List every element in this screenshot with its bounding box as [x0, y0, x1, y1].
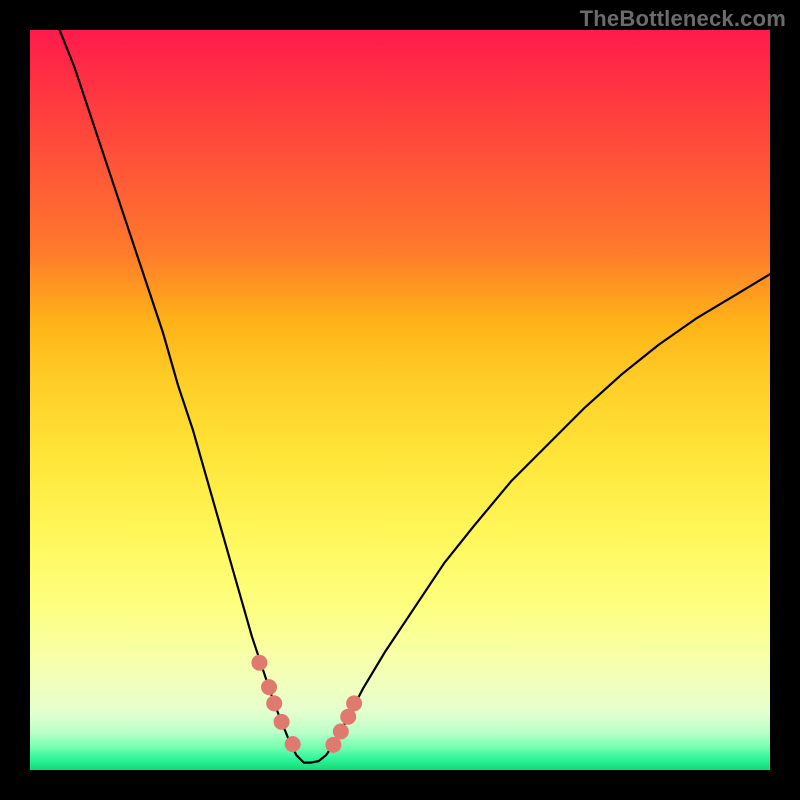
plot-area — [30, 30, 770, 770]
highlight-marker — [333, 724, 349, 740]
highlight-marker — [251, 655, 267, 671]
highlight-marker — [266, 695, 282, 711]
highlight-marker — [261, 679, 277, 695]
bottleneck-curve — [60, 30, 770, 763]
marker-group — [251, 655, 362, 753]
watermark: TheBottleneck.com — [580, 6, 786, 32]
plot-svg — [30, 30, 770, 770]
highlight-marker — [274, 714, 290, 730]
highlight-marker — [346, 695, 362, 711]
chart-frame: TheBottleneck.com — [0, 0, 800, 800]
highlight-marker — [285, 736, 301, 752]
